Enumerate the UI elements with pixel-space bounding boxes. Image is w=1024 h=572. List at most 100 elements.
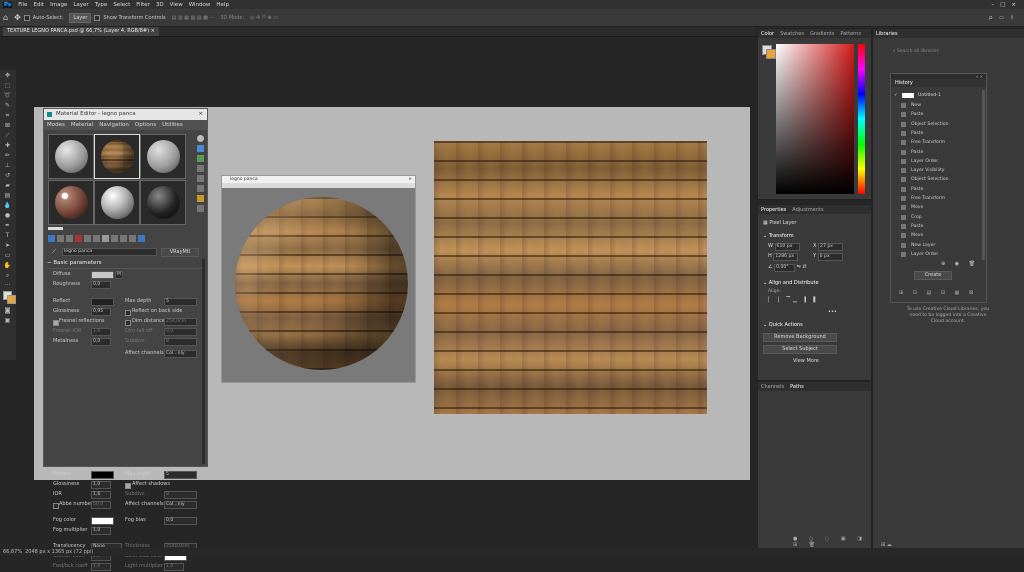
eraser-tool-icon[interactable]: ▰: [3, 181, 12, 190]
history-item[interactable]: Move: [891, 203, 981, 212]
menu-file[interactable]: File: [18, 2, 27, 8]
options-icon[interactable]: [197, 185, 204, 192]
go-to-parent-icon[interactable]: [129, 235, 136, 242]
history-brush-icon[interactable]: ↺: [3, 171, 12, 180]
pen-tool-icon[interactable]: ✒: [3, 221, 12, 230]
preview-close-button[interactable]: ×: [408, 176, 412, 183]
menu-material[interactable]: Material: [71, 122, 93, 128]
background-icon[interactable]: [197, 145, 204, 152]
tab-color[interactable]: Color: [761, 31, 774, 37]
go-forward-sibling-icon[interactable]: [138, 235, 145, 242]
show-map-icon[interactable]: [111, 235, 118, 242]
sample-slot-2[interactable]: [94, 134, 140, 179]
make-preview-icon[interactable]: [197, 175, 204, 182]
tab-adjustments[interactable]: Adjustments: [792, 207, 823, 213]
tab-swatches[interactable]: Swatches: [780, 31, 804, 37]
history-item[interactable]: Layer Order: [891, 157, 981, 166]
roughness-field[interactable]: 0,0: [91, 281, 111, 289]
view-more-link[interactable]: View More: [793, 358, 819, 364]
history-item[interactable]: Object Selection: [891, 175, 981, 184]
menu-layer[interactable]: Layer: [73, 2, 88, 8]
auto-select-checkbox[interactable]: [23, 14, 30, 21]
history-bottom-icons[interactable]: ⊕ ◉ 🗑: [941, 261, 979, 267]
make-unique-icon[interactable]: [84, 235, 91, 242]
auto-select-dropdown[interactable]: Layer: [69, 12, 92, 23]
dim-distance-field[interactable]: 254,0cm: [164, 318, 197, 326]
menu-3d[interactable]: 3D: [156, 2, 164, 8]
search-icon[interactable]: ⌕: [989, 13, 993, 23]
brush-tool-icon[interactable]: ✏: [3, 151, 12, 160]
light-multiplier-field[interactable]: 1,0: [164, 563, 184, 571]
menu-options[interactable]: Options: [135, 122, 156, 128]
history-item[interactable]: Paste: [891, 185, 981, 194]
dodge-tool-icon[interactable]: ●: [3, 211, 12, 220]
reflect-back-checkbox[interactable]: [125, 310, 131, 316]
paths-bottom-icons[interactable]: ● ○ ◌ ▣ ◨ ⊞ 🗑: [793, 536, 871, 548]
tab-channels[interactable]: Channels: [761, 384, 784, 390]
refract-color-swatch[interactable]: [91, 471, 114, 479]
history-footer-icons[interactable]: ⊞ ⊡ ▤ ⊟ ▦ ⊠: [899, 290, 977, 296]
refract-max-depth-field[interactable]: 5: [164, 471, 197, 479]
color-picker-field[interactable]: [776, 44, 854, 194]
frame-tool-icon[interactable]: ⊠: [3, 121, 12, 130]
refract-glossiness-field[interactable]: 1,0: [91, 481, 111, 489]
y-field[interactable]: 0 px: [817, 253, 843, 261]
menu-select[interactable]: Select: [113, 2, 130, 8]
history-item[interactable]: Move: [891, 231, 981, 240]
metalness-field[interactable]: 0,0: [91, 338, 111, 346]
history-item[interactable]: Layer Order: [891, 250, 981, 259]
tab-gradients[interactable]: Gradients: [810, 31, 834, 37]
menu-view[interactable]: View: [170, 2, 183, 8]
sample-slot-4[interactable]: [48, 180, 94, 225]
diffuse-color-swatch[interactable]: [91, 271, 114, 279]
eyedropper-icon[interactable]: ⟋: [52, 248, 56, 256]
width-field[interactable]: 610 px: [774, 243, 800, 251]
sample-slot-6[interactable]: [140, 180, 186, 225]
dim-falloff-field[interactable]: 0,0: [164, 328, 197, 336]
menu-type[interactable]: Type: [95, 2, 108, 8]
select-by-material-icon[interactable]: [197, 195, 204, 202]
history-item[interactable]: Crop: [891, 213, 981, 222]
history-item[interactable]: Paste: [891, 222, 981, 231]
tab-libraries[interactable]: Libraries: [876, 31, 898, 37]
healing-tool-icon[interactable]: ✚: [3, 141, 12, 150]
align-icons-row[interactable]: ▏▕ ▔▁ ▍▐: [768, 297, 818, 303]
align-section-title[interactable]: ⌄ Align and Distribute: [763, 280, 819, 286]
type-tool-icon[interactable]: T: [3, 231, 12, 240]
hue-slider[interactable]: [858, 44, 865, 194]
backlight-icon[interactable]: [197, 135, 204, 142]
home-icon[interactable]: ⌂: [3, 13, 8, 22]
height-field[interactable]: 1286 px: [773, 253, 799, 261]
material-id-icon[interactable]: [102, 235, 109, 242]
tab-properties[interactable]: Properties: [761, 207, 786, 213]
background-color-swatch[interactable]: [766, 49, 776, 59]
marquee-tool-icon[interactable]: ⬚: [3, 81, 12, 90]
move-tool-icon[interactable]: ✥: [14, 13, 21, 22]
material-editor-close[interactable]: ×: [198, 109, 203, 120]
menu-navigation[interactable]: Navigation: [99, 122, 129, 128]
close-button[interactable]: ×: [1011, 2, 1016, 8]
assign-material-icon[interactable]: [66, 235, 73, 242]
refract-affect-dropdown[interactable]: Col...nly: [164, 501, 197, 509]
share-icon[interactable]: ⇪: [1010, 15, 1014, 21]
diffuse-map-button[interactable]: M: [115, 271, 123, 279]
subdivs-field[interactable]: 8: [164, 338, 197, 346]
sample-slot-1[interactable]: [48, 134, 94, 179]
affect-shadows-checkbox[interactable]: [125, 483, 131, 489]
maximize-button[interactable]: □: [1000, 2, 1005, 8]
stamp-tool-icon[interactable]: ⊥: [3, 161, 12, 170]
menu-help[interactable]: Help: [216, 2, 229, 8]
history-item[interactable]: New: [891, 101, 981, 110]
fog-multiplier-field[interactable]: 1,0: [91, 527, 111, 535]
show-transform-checkbox[interactable]: [94, 14, 101, 21]
path-select-icon[interactable]: ➤: [3, 241, 12, 250]
quick-select-tool-icon[interactable]: ✎: [3, 101, 12, 110]
hand-tool-icon[interactable]: ✋: [3, 261, 12, 270]
put-to-scene-icon[interactable]: [57, 235, 64, 242]
max-depth-field[interactable]: 5: [164, 298, 197, 306]
menu-modes[interactable]: Modes: [47, 122, 65, 128]
document-tab[interactable]: TEXTURE LEGNO PANCA.psd @ 66,7% (Layer 4…: [3, 27, 159, 36]
history-item[interactable]: Free Transform: [891, 194, 981, 203]
history-item[interactable]: Object Selection: [891, 120, 981, 129]
refract-subdivs-field[interactable]: 8: [164, 491, 197, 499]
